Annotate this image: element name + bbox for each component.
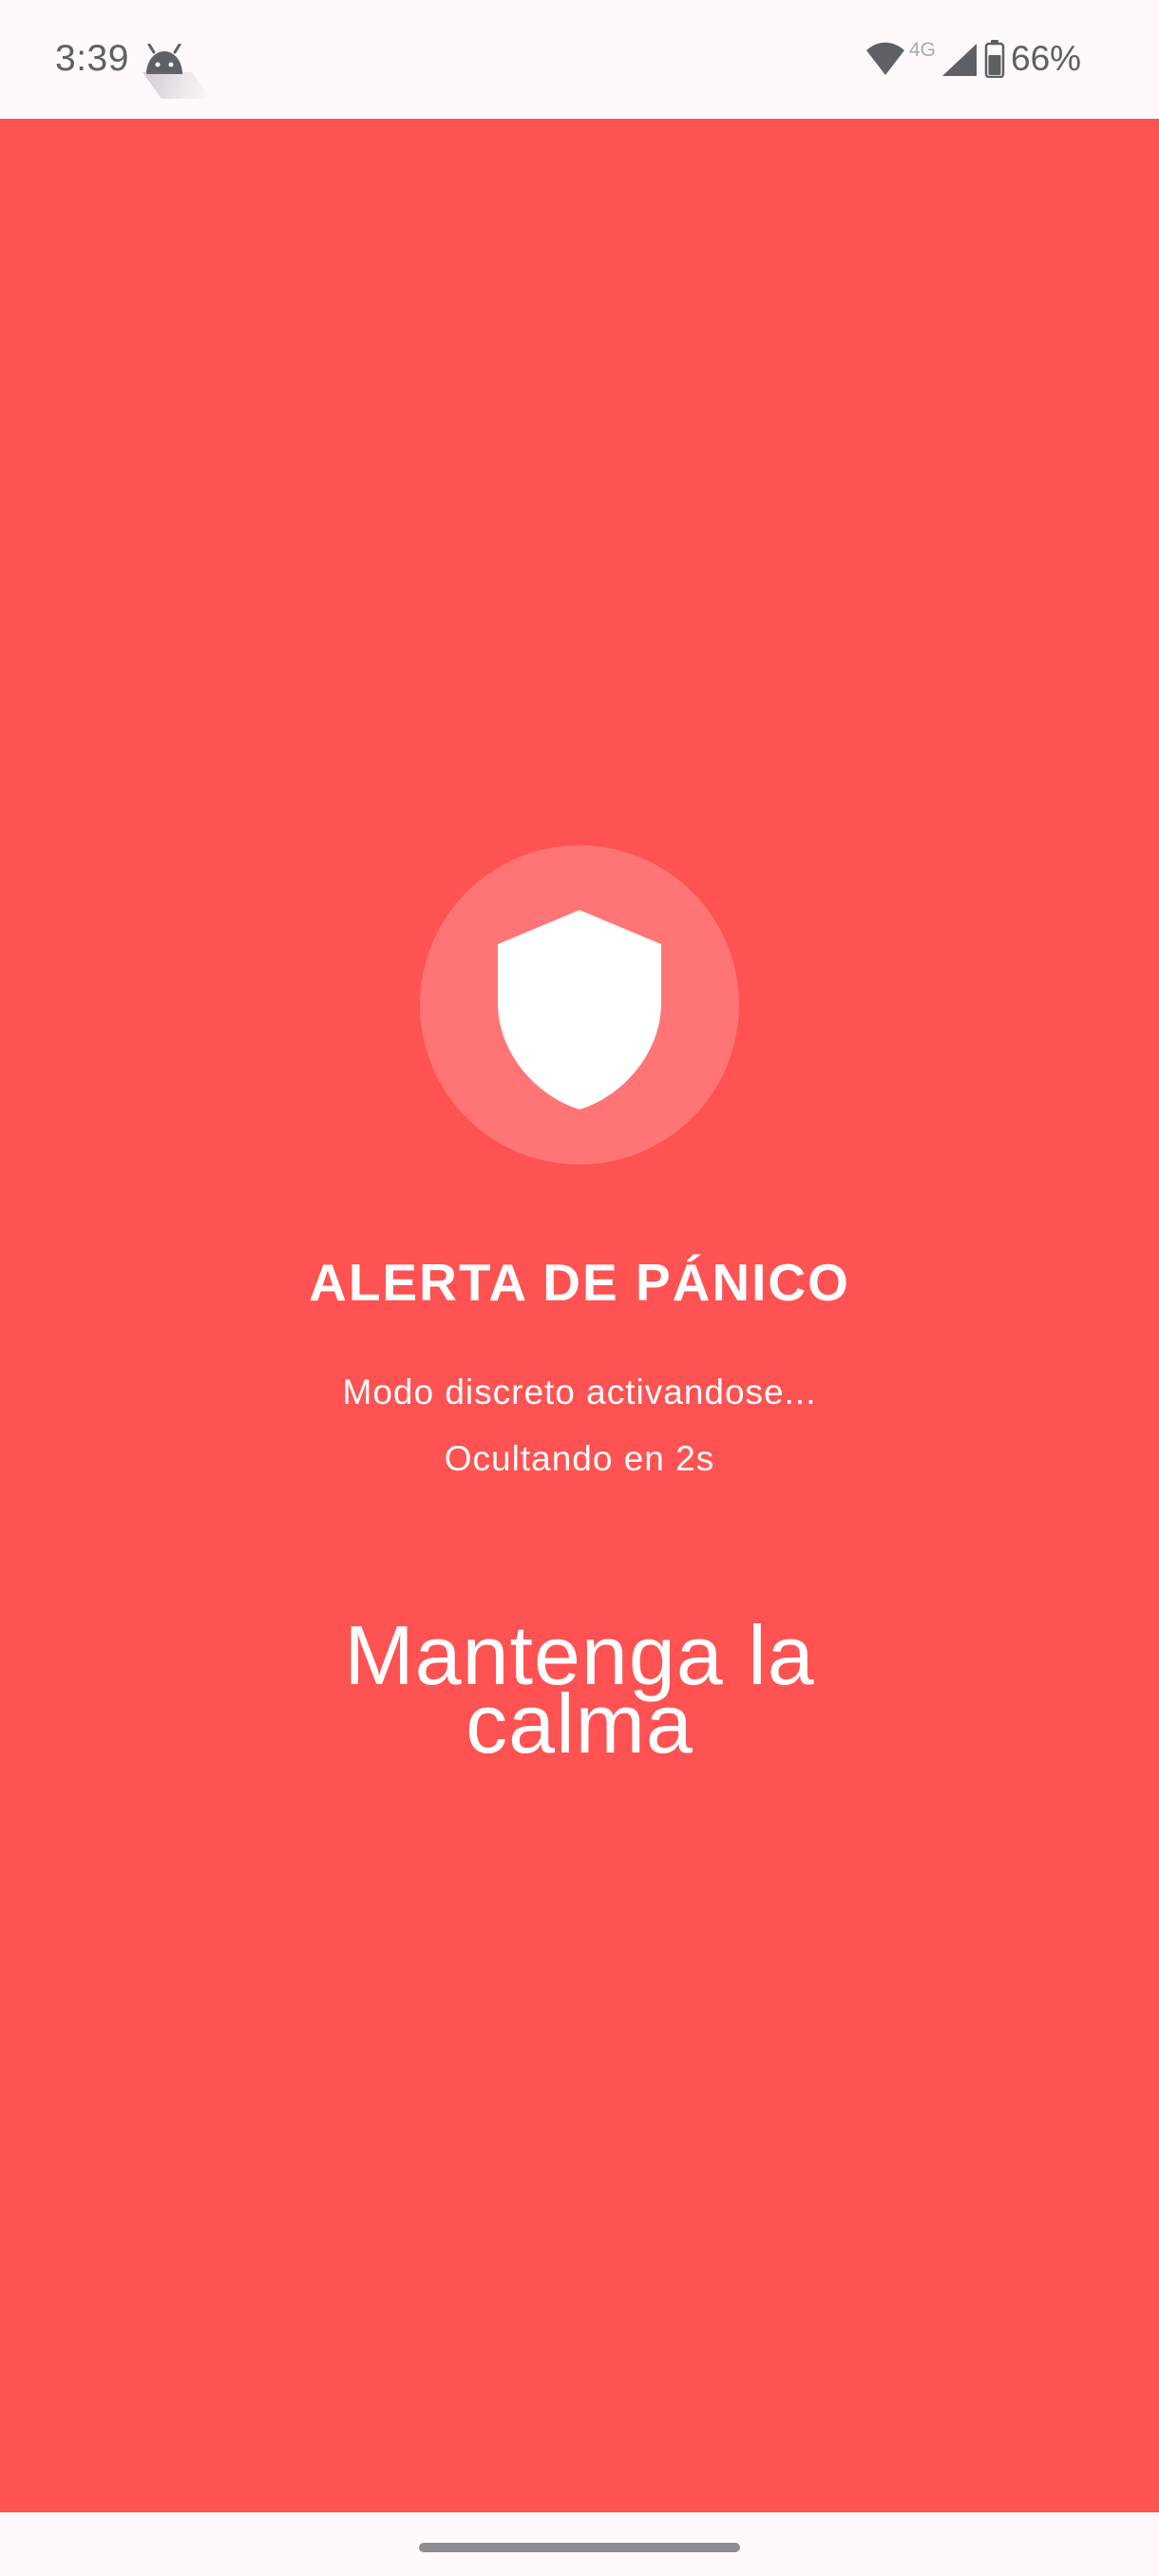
shield-badge [420, 845, 739, 1165]
alert-title: ALERTA DE PÁNICO [309, 1253, 850, 1312]
android-icon-shadow [142, 72, 211, 99]
hide-countdown: Ocultando en 2s [444, 1439, 715, 1478]
battery-icon [984, 40, 1005, 78]
status-time: 3:39 [55, 38, 129, 79]
calm-message: Mantenga la calma [344, 1608, 815, 1771]
panic-alert-screen: ALERTA DE PÁNICO Modo discreto activando… [0, 119, 1159, 2512]
wifi-icon [866, 42, 904, 75]
home-gesture-pill[interactable] [419, 2543, 740, 2552]
shield-icon [498, 910, 661, 1109]
status-bar: 3:39 4G 66% [0, 0, 1159, 119]
navigation-bar [0, 2512, 1159, 2576]
android-icon [146, 44, 182, 74]
discreet-mode-status: Modo discreto activandose... [342, 1373, 817, 1411]
battery-percentage: 66% [1011, 39, 1082, 78]
network-type-label: 4G [909, 39, 937, 61]
signal-icon [942, 44, 977, 76]
